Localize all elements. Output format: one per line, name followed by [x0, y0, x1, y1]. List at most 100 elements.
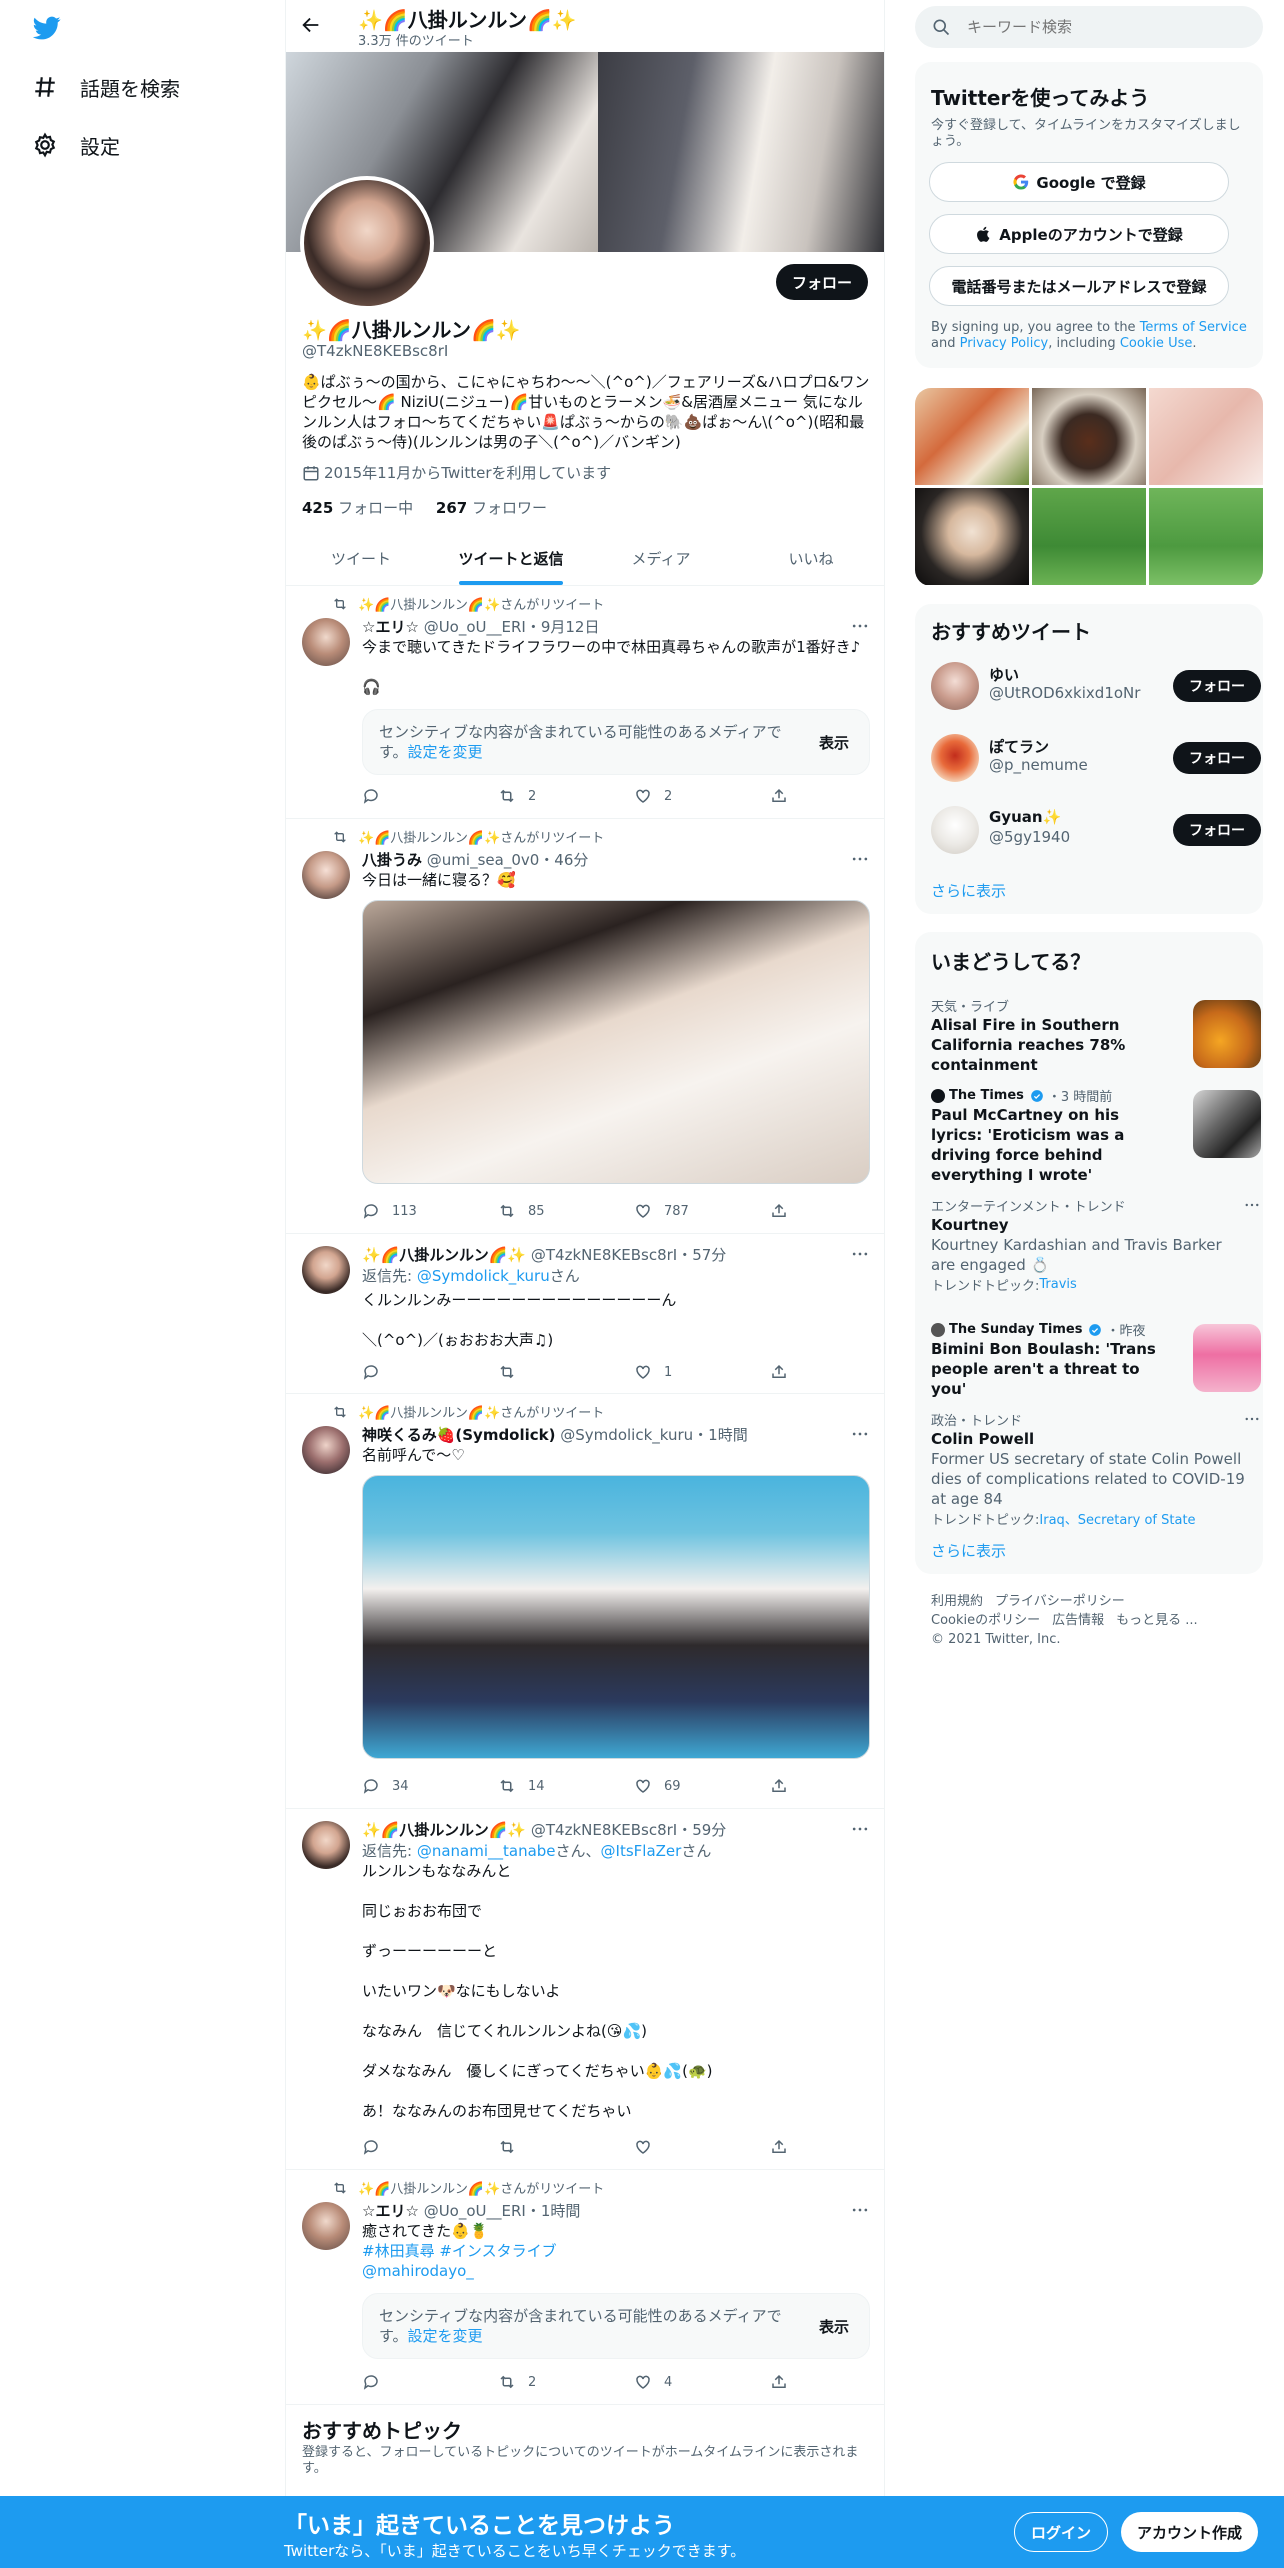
reply-button[interactable]: 113	[362, 1201, 498, 1221]
footer-terms-link[interactable]: 利用規約	[931, 1594, 983, 1609]
twitter-logo-icon[interactable]	[30, 14, 66, 44]
media-thumb[interactable]	[1032, 388, 1146, 485]
tweet[interactable]: ✨🌈八掛ルンルン🌈✨さんがリツイート 八掛うみ @umi_sea_0v0・46分…	[286, 819, 884, 1234]
footer-privacy-link[interactable]: プライバシーポリシー	[995, 1594, 1125, 1609]
trend-item[interactable]: 政治・トレンド Colin Powell Former US secretary…	[931, 1410, 1259, 1528]
media-thumb[interactable]	[1149, 488, 1263, 585]
reply-button[interactable]	[362, 786, 498, 806]
share-button[interactable]	[770, 2372, 802, 2392]
retweet-button[interactable]	[498, 1362, 634, 1382]
share-button[interactable]	[770, 1201, 802, 1221]
retweet-button[interactable]	[498, 2137, 634, 2157]
share-button[interactable]	[770, 786, 802, 806]
media-thumb[interactable]	[1032, 488, 1146, 585]
reply-button[interactable]: 34	[362, 1776, 498, 1796]
author-handle[interactable]: @T4zkNE8KEBsc8rI	[531, 1821, 677, 1839]
retweet-button[interactable]: 14	[498, 1776, 634, 1796]
phone-email-signup-button[interactable]: 電話番号またはメールアドレスで登録	[929, 266, 1229, 306]
tweet-time[interactable]: ・57分	[677, 1246, 726, 1264]
like-button[interactable]: 69	[634, 1776, 770, 1796]
trend-item[interactable]: The Times ・3 時間前 Paul McCartney on his ly…	[931, 1086, 1261, 1185]
author-handle[interactable]: @T4zkNE8KEBsc8rI	[531, 1246, 677, 1264]
tab-tweets-replies[interactable]: ツイートと返信	[436, 532, 586, 585]
tweet[interactable]: ✨🌈八掛ルンルン🌈✨さんがリツイート 神咲くるみ🍓(Symdolick) @Sy…	[286, 1394, 884, 1809]
following-link[interactable]: 425 フォロー中	[302, 499, 431, 517]
tweet-time[interactable]: ・1時間	[526, 2202, 581, 2220]
tweet-time[interactable]: ・59分	[677, 1821, 726, 1839]
tweet-time[interactable]: ・9月12日	[526, 618, 600, 636]
recommended-user[interactable]: Gyuan✨ @5gy1940 フォロー	[931, 802, 1261, 858]
trend-item[interactable]: エンターテインメント・トレンド Kourtney Kourtney Kardas…	[931, 1196, 1259, 1294]
like-button[interactable]: 4	[634, 2372, 770, 2392]
more-icon[interactable]	[1243, 1410, 1261, 1428]
profile-avatar[interactable]	[300, 176, 434, 310]
reply-to-link[interactable]: @Symdolick_kuru	[417, 1267, 550, 1285]
show-media-button[interactable]: 表示	[819, 732, 849, 753]
avatar[interactable]	[302, 851, 350, 899]
back-arrow-icon[interactable]	[300, 14, 324, 38]
author-name[interactable]: ✨🌈八掛ルンルン🌈✨	[362, 1821, 526, 1839]
tweet[interactable]: ✨🌈八掛ルンルン🌈✨ @T4zkNE8KEBsc8rI・57分 返信先: @Sy…	[286, 1234, 884, 1394]
author-handle[interactable]: @umi_sea_0v0	[427, 851, 540, 869]
reply-to-link[interactable]: @ItsFlaZer	[601, 1842, 682, 1860]
follow-button[interactable]: フォロー	[1173, 742, 1261, 774]
author-name[interactable]: ☆エリ☆	[362, 618, 419, 636]
tweet-photo[interactable]	[362, 1475, 870, 1759]
avatar[interactable]	[302, 618, 350, 666]
recommended-user[interactable]: ぽてラン @p_nemume フォロー	[931, 730, 1261, 786]
recommended-user[interactable]: ゆい @UtROD6xkixd1oNr フォロー	[931, 658, 1261, 714]
footer-ads-link[interactable]: 広告情報	[1052, 1613, 1104, 1628]
avatar[interactable]	[302, 1246, 350, 1294]
retweet-button[interactable]: 85	[498, 1201, 634, 1221]
share-button[interactable]	[770, 1362, 802, 1382]
trend-topic-link[interactable]: Iraq、Secretary of State	[1039, 1509, 1195, 1528]
search-input[interactable]	[967, 18, 1247, 36]
reply-to-link[interactable]: @nanami__tanabe	[417, 1842, 556, 1860]
privacy-link[interactable]: Privacy Policy	[960, 336, 1049, 351]
tweet[interactable]: ✨🌈八掛ルンルン🌈✨さんがリツイート ☆エリ☆ @Uo_oU__ERI・9月12…	[286, 586, 884, 819]
like-button[interactable]: 787	[634, 1201, 770, 1221]
change-settings-link[interactable]: 設定を変更	[408, 2327, 483, 2345]
google-signup-button[interactable]: Google で登録	[929, 162, 1229, 202]
media-thumb[interactable]	[915, 488, 1029, 585]
change-settings-link[interactable]: 設定を変更	[408, 743, 483, 761]
author-handle[interactable]: @Uo_oU__ERI	[424, 2202, 526, 2220]
tweet-time[interactable]: ・46分	[539, 851, 588, 869]
hashtag-links[interactable]: #林田真尋 #インスタライブ	[362, 2241, 870, 2261]
apple-signup-button[interactable]: Appleのアカウントで登録	[929, 214, 1229, 254]
trend-topic-link[interactable]: Travis	[1039, 1277, 1076, 1292]
avatar[interactable]	[302, 2202, 350, 2250]
show-media-button[interactable]: 表示	[819, 2316, 849, 2337]
share-button[interactable]	[770, 2137, 802, 2157]
show-more-link[interactable]: さらに表示	[931, 1540, 1006, 1561]
show-more-link[interactable]: さらに表示	[931, 880, 1006, 901]
footer-cookie-link[interactable]: Cookieのポリシー	[931, 1613, 1040, 1628]
retweet-button[interactable]: 2	[498, 2372, 634, 2392]
retweet-button[interactable]: 2	[498, 786, 634, 806]
reply-button[interactable]	[362, 1362, 498, 1382]
tab-tweets[interactable]: ツイート	[286, 532, 436, 585]
reply-button[interactable]	[362, 2372, 498, 2392]
like-button[interactable]: 2	[634, 786, 770, 806]
follow-button[interactable]: フォロー	[775, 264, 868, 300]
nav-settings[interactable]: 設定	[30, 125, 120, 165]
search-box[interactable]	[915, 6, 1263, 48]
more-icon[interactable]	[1243, 1196, 1261, 1214]
signup-button[interactable]: アカウント作成	[1121, 2512, 1259, 2552]
author-name[interactable]: 神咲くるみ🍓(Symdolick)	[362, 1426, 556, 1444]
trend-item[interactable]: 天気・ライブ Alisal Fire in Southern Californi…	[931, 996, 1261, 1075]
tweet[interactable]: ✨🌈八掛ルンルン🌈✨さんがリツイート ☆エリ☆ @Uo_oU__ERI・1時間 …	[286, 2170, 884, 2405]
cookie-link[interactable]: Cookie Use	[1120, 336, 1193, 351]
author-handle[interactable]: @Symdolick_kuru	[560, 1426, 693, 1444]
author-handle[interactable]: @Uo_oU__ERI	[424, 618, 526, 636]
trend-item[interactable]: The Sunday Times ・昨夜 Bimini Bon Boulash: …	[931, 1320, 1261, 1399]
followers-link[interactable]: 267 フォロワー	[436, 499, 565, 517]
like-button[interactable]	[634, 2137, 770, 2157]
avatar[interactable]	[302, 1426, 350, 1474]
tab-likes[interactable]: いいね	[736, 532, 884, 585]
author-name[interactable]: ✨🌈八掛ルンルン🌈✨	[362, 1246, 526, 1264]
tweet[interactable]: ✨🌈八掛ルンルン🌈✨ @T4zkNE8KEBsc8rI・59分 返信先: @na…	[286, 1809, 884, 2170]
reply-button[interactable]	[362, 2137, 498, 2157]
mention-link[interactable]: @mahirodayo_	[362, 2261, 870, 2281]
terms-link[interactable]: Terms of Service	[1140, 320, 1247, 335]
